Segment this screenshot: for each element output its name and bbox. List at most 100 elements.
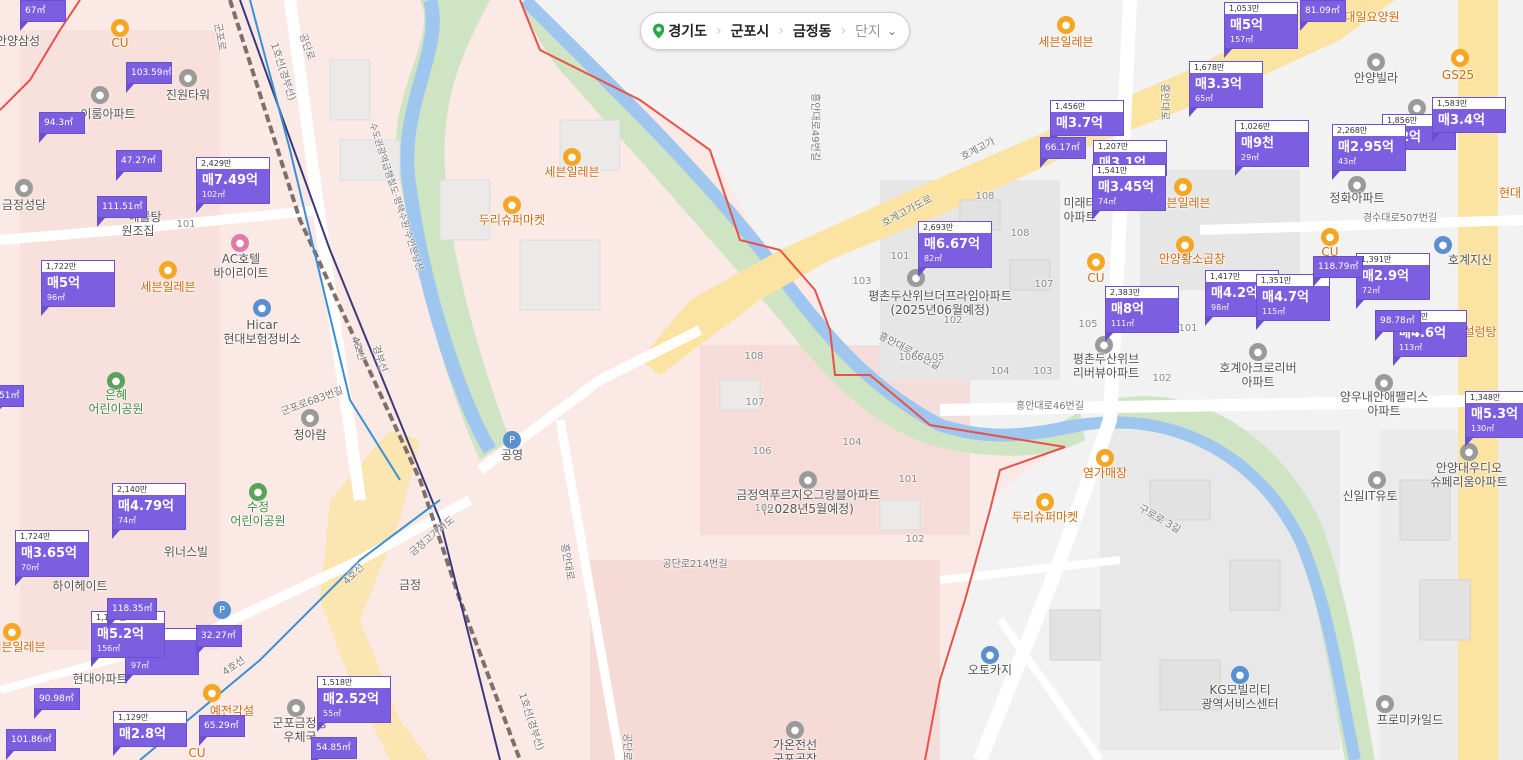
location-pin-icon bbox=[653, 23, 665, 39]
area-marker[interactable]: 94.3㎡ bbox=[39, 112, 85, 143]
area-marker[interactable]: 65.29㎡ bbox=[199, 715, 245, 746]
area-marker[interactable]: 118.35㎡ bbox=[107, 598, 157, 629]
shopping-cart-icon[interactable]: ● bbox=[1036, 493, 1054, 511]
area-marker[interactable]: 54.85㎡ bbox=[311, 737, 357, 760]
price-marker[interactable]: 1,678만 매3.3억 65㎡ bbox=[1189, 61, 1263, 117]
poi-label: 세븐일레븐 bbox=[140, 280, 196, 294]
shopping-cart-icon[interactable]: ● bbox=[503, 196, 521, 214]
breadcrumb-separator: › bbox=[778, 23, 784, 39]
area-marker[interactable]: 90.98㎡ bbox=[34, 688, 80, 719]
price-marker[interactable]: 2,268만 매2.95억 43㎡ bbox=[1332, 124, 1406, 180]
area-marker[interactable]: 98.78㎡ bbox=[1375, 310, 1421, 341]
poi-label: KG모빌리티 광역서비스센터 bbox=[1201, 683, 1279, 711]
price-marker[interactable]: 1,541만 매3.45억 74㎡ bbox=[1092, 164, 1166, 220]
poi-label: 오토카지 bbox=[967, 663, 1013, 677]
poi-label: 가온전선 군포공장 bbox=[772, 738, 818, 760]
breadcrumb-separator: › bbox=[716, 23, 722, 39]
poi-label: AC호텔 바이리이트 bbox=[213, 252, 269, 280]
building-icon[interactable]: ● bbox=[1368, 471, 1386, 489]
area-marker[interactable]: 67㎡ bbox=[20, 0, 66, 31]
poi-label: 원조집 bbox=[121, 224, 155, 238]
price-marker[interactable]: 1,053만 매5억 157㎡ bbox=[1224, 2, 1298, 58]
area-marker[interactable]: 51㎡ bbox=[0, 385, 24, 416]
area-marker[interactable]: 32.27㎡ bbox=[196, 625, 242, 656]
price-marker[interactable]: 1,129만 매2.8억 bbox=[113, 711, 187, 756]
breadcrumb-city[interactable]: 군포시 bbox=[731, 21, 770, 41]
church-icon[interactable]: ● bbox=[15, 179, 33, 197]
price-marker[interactable]: 1,722만 매5억 96㎡ bbox=[41, 260, 115, 316]
area-marker[interactable]: 103.59㎡ bbox=[126, 62, 172, 93]
convenience-store-icon[interactable]: ● bbox=[1451, 49, 1469, 67]
price-marker[interactable]: 1,026만 매9천 29㎡ bbox=[1235, 120, 1309, 176]
building-icon[interactable]: ● bbox=[179, 69, 197, 87]
convenience-store-icon[interactable]: ● bbox=[1057, 16, 1075, 34]
area-marker[interactable]: 118.79㎡ bbox=[1313, 256, 1363, 287]
poi-label: 프로미카일드 bbox=[1376, 713, 1444, 727]
area-marker[interactable]: 111.51㎡ bbox=[97, 196, 147, 227]
building-number: 108 bbox=[975, 191, 995, 202]
poi-label: 안양황소곱창 bbox=[1158, 252, 1226, 266]
poi-label: 은혜 어린이공원 bbox=[88, 388, 144, 416]
convenience-store-icon[interactable]: ● bbox=[111, 19, 129, 37]
car-repair-icon[interactable]: ● bbox=[253, 299, 271, 317]
area-marker[interactable]: 47.27㎡ bbox=[116, 150, 162, 181]
area-marker[interactable]: 66.17㎡ bbox=[1040, 137, 1086, 168]
price-marker[interactable]: 1,391만 매2.9억 72㎡ bbox=[1356, 253, 1430, 309]
price-marker[interactable]: 1,583만 매3.4억 bbox=[1432, 97, 1506, 142]
building-number: 101 bbox=[898, 474, 918, 485]
poi-label: 설렁탕 bbox=[1463, 325, 1497, 339]
chevron-down-icon[interactable]: ⌄ bbox=[887, 24, 897, 38]
convenience-store-icon[interactable]: ● bbox=[563, 148, 581, 166]
price-marker[interactable]: 1,348만 매5.3억 130㎡ bbox=[1465, 391, 1523, 447]
breadcrumb-district[interactable]: 금정동 bbox=[793, 21, 832, 41]
post-office-icon[interactable]: ● bbox=[287, 699, 305, 717]
parking-icon[interactable]: P bbox=[503, 431, 521, 449]
building-number: 108 bbox=[1010, 228, 1030, 239]
breadcrumb-complex[interactable]: 단지 bbox=[855, 21, 881, 41]
building-icon[interactable]: ● bbox=[1367, 53, 1385, 71]
convenience-store-icon[interactable]: ● bbox=[159, 261, 177, 279]
poi-label: 진원타워 bbox=[165, 88, 211, 102]
convenience-store-icon[interactable]: ● bbox=[1087, 253, 1105, 271]
poi-label: 안양대우디오 슈페리움아파트 bbox=[1430, 461, 1508, 489]
parking-icon[interactable]: P bbox=[213, 601, 231, 619]
hotel-icon[interactable]: ● bbox=[231, 234, 249, 252]
map-canvas[interactable]: 경기도 › 군포시 › 금정동 › 단지 ⌄ ● ● ● ● ● ● ● ● ●… bbox=[0, 0, 1523, 760]
poi-label: CU bbox=[1087, 271, 1105, 285]
poi-label: 대일요양원 bbox=[1344, 10, 1400, 24]
area-marker[interactable]: 81.09㎡ bbox=[1300, 0, 1346, 31]
apartment-icon[interactable]: ● bbox=[799, 471, 817, 489]
building-number: 105 bbox=[925, 352, 945, 363]
price-marker[interactable]: 1,724만 매3.65억 70㎡ bbox=[15, 530, 89, 586]
office-icon[interactable]: ● bbox=[1434, 236, 1452, 254]
price-marker[interactable]: 2,429만 매7.49억 102㎡ bbox=[196, 157, 270, 213]
building-number: 102 bbox=[905, 534, 925, 545]
building-number: 108 bbox=[744, 351, 764, 362]
breadcrumb-province[interactable]: 경기도 bbox=[668, 21, 707, 41]
area-marker[interactable]: 101.86㎡ bbox=[6, 729, 56, 760]
car-repair-icon[interactable]: ● bbox=[981, 646, 999, 664]
price-marker[interactable]: 2,383만 매8억 111㎡ bbox=[1105, 286, 1179, 342]
car-repair-icon[interactable]: ● bbox=[1231, 666, 1249, 684]
price-marker[interactable]: 1,518만 매2.52억 55㎡ bbox=[317, 676, 391, 732]
breadcrumb-separator: › bbox=[840, 23, 847, 39]
restaurant-icon[interactable]: ● bbox=[203, 684, 221, 702]
road-label: 흥안대로46번길 bbox=[1016, 401, 1084, 412]
building-icon[interactable]: ● bbox=[1376, 695, 1394, 713]
convenience-store-icon[interactable]: ● bbox=[3, 623, 21, 641]
store-icon[interactable]: ● bbox=[1096, 449, 1114, 467]
poi-label: 평촌두산위브 리버뷰아파트 bbox=[1072, 352, 1140, 380]
road-label: 흥안대로49번길 bbox=[808, 93, 820, 161]
factory-icon[interactable]: ● bbox=[786, 721, 804, 739]
convenience-store-icon[interactable]: ● bbox=[1174, 178, 1192, 196]
building-icon[interactable]: ● bbox=[1249, 343, 1267, 361]
price-marker[interactable]: 2,693만 매6.67억 82㎡ bbox=[918, 221, 992, 277]
building-number: 103 bbox=[1033, 366, 1053, 377]
convenience-store-icon[interactable]: ● bbox=[1321, 228, 1339, 246]
park-icon[interactable]: ● bbox=[249, 483, 267, 501]
building-number: 101 bbox=[176, 219, 196, 230]
price-marker[interactable]: 1,456만 매3.7억 bbox=[1050, 100, 1124, 145]
building-icon[interactable]: ● bbox=[91, 86, 109, 104]
poi-label: 현대아파트 bbox=[72, 672, 128, 686]
price-marker[interactable]: 2,140만 매4.79억 74㎡ bbox=[112, 483, 186, 539]
